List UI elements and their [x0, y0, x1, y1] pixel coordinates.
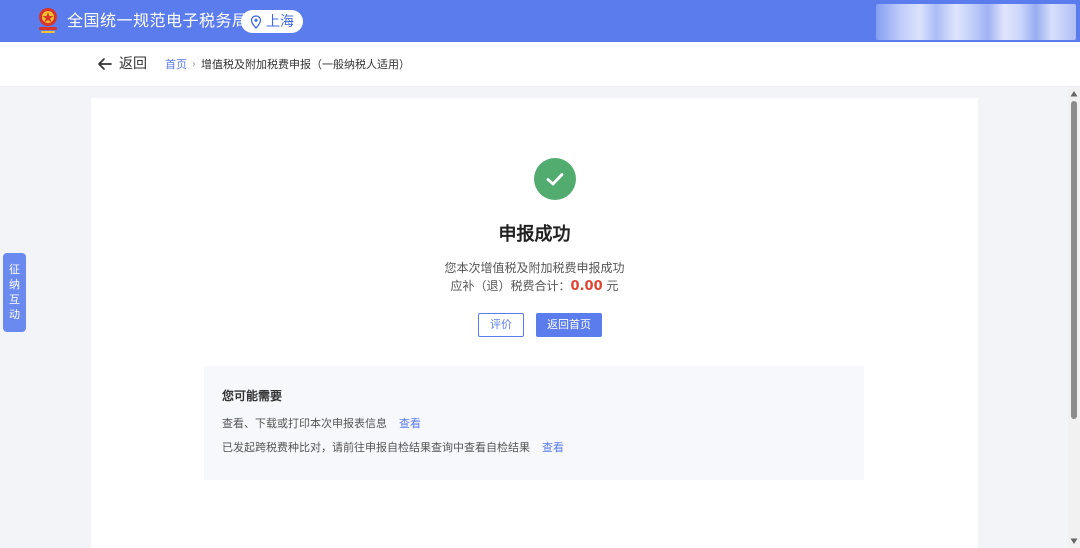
breadcrumb: 首页 › 增值税及附加税费申报（一般纳税人适用） — [165, 58, 410, 72]
suggestion-text: 已发起跨税费种比对，请前往申报自检结果查询中查看自检结果 — [222, 441, 530, 454]
view-link[interactable]: 查看 — [399, 417, 421, 431]
list-item: 已发起跨税费种比对，请前往申报自检结果查询中查看自检结果 查看 — [222, 441, 564, 455]
suggestion-text: 查看、下载或打印本次申报表信息 — [222, 417, 387, 430]
sub-navigation: 返回 首页 › 增值税及附加税费申报（一般纳税人适用） — [0, 42, 1080, 87]
side-tab-char: 纳 — [9, 278, 20, 291]
result-description: 您本次增值税及附加税费申报成功 — [444, 261, 625, 275]
suggestions-heading: 您可能需要 — [222, 389, 283, 403]
view-link[interactable]: 查看 — [542, 441, 564, 455]
scrollbar-thumb[interactable] — [1071, 101, 1077, 419]
scroll-up-icon[interactable] — [1070, 90, 1078, 98]
tax-total-unit: 元 — [606, 279, 619, 293]
site-title: 全国统一规范电子税务局 — [67, 11, 249, 30]
side-tab-char: 互 — [9, 293, 20, 306]
location-pin-icon — [250, 14, 262, 29]
back-label: 返回 — [119, 56, 147, 72]
suggestions-panel: 您可能需要 查看、下载或打印本次申报表信息 查看 已发起跨税费种比对，请前往申报… — [204, 366, 864, 480]
success-check-icon — [534, 158, 576, 200]
tax-emblem-icon — [39, 8, 57, 33]
tax-total-label: 应补（退）税费合计： — [450, 279, 571, 293]
tax-total-amount: 0.00 — [570, 279, 603, 294]
region-selector[interactable]: 上海 — [241, 10, 303, 33]
breadcrumb-current: 增值税及附加税费申报（一般纳税人适用） — [201, 58, 410, 71]
vertical-scrollbar[interactable] — [1068, 87, 1080, 548]
result-card: 申报成功 您本次增值税及附加税费申报成功 应补（退）税费合计：0.00 元 评价… — [91, 98, 978, 548]
region-label: 上海 — [266, 13, 294, 30]
breadcrumb-separator: › — [192, 59, 196, 70]
side-tab-char: 动 — [9, 308, 20, 321]
breadcrumb-home[interactable]: 首页 — [165, 58, 187, 72]
result-title: 申报成功 — [498, 224, 571, 245]
scroll-down-icon[interactable] — [1070, 537, 1078, 545]
rate-button[interactable]: 评价 — [478, 313, 524, 337]
tax-total-line: 应补（退）税费合计：0.00 元 — [91, 278, 978, 295]
arrow-left-icon — [98, 58, 112, 70]
list-item: 查看、下载或打印本次申报表信息 查看 — [222, 417, 421, 431]
user-info-blurred[interactable] — [876, 4, 1076, 40]
back-button[interactable]: 返回 — [97, 55, 147, 73]
return-home-button[interactable]: 返回首页 — [536, 313, 602, 337]
side-tab-char: 征 — [9, 263, 20, 276]
side-interaction-tab[interactable]: 征 纳 互 动 — [3, 253, 26, 332]
top-header: 全国统一规范电子税务局 上海 — [0, 0, 1080, 42]
